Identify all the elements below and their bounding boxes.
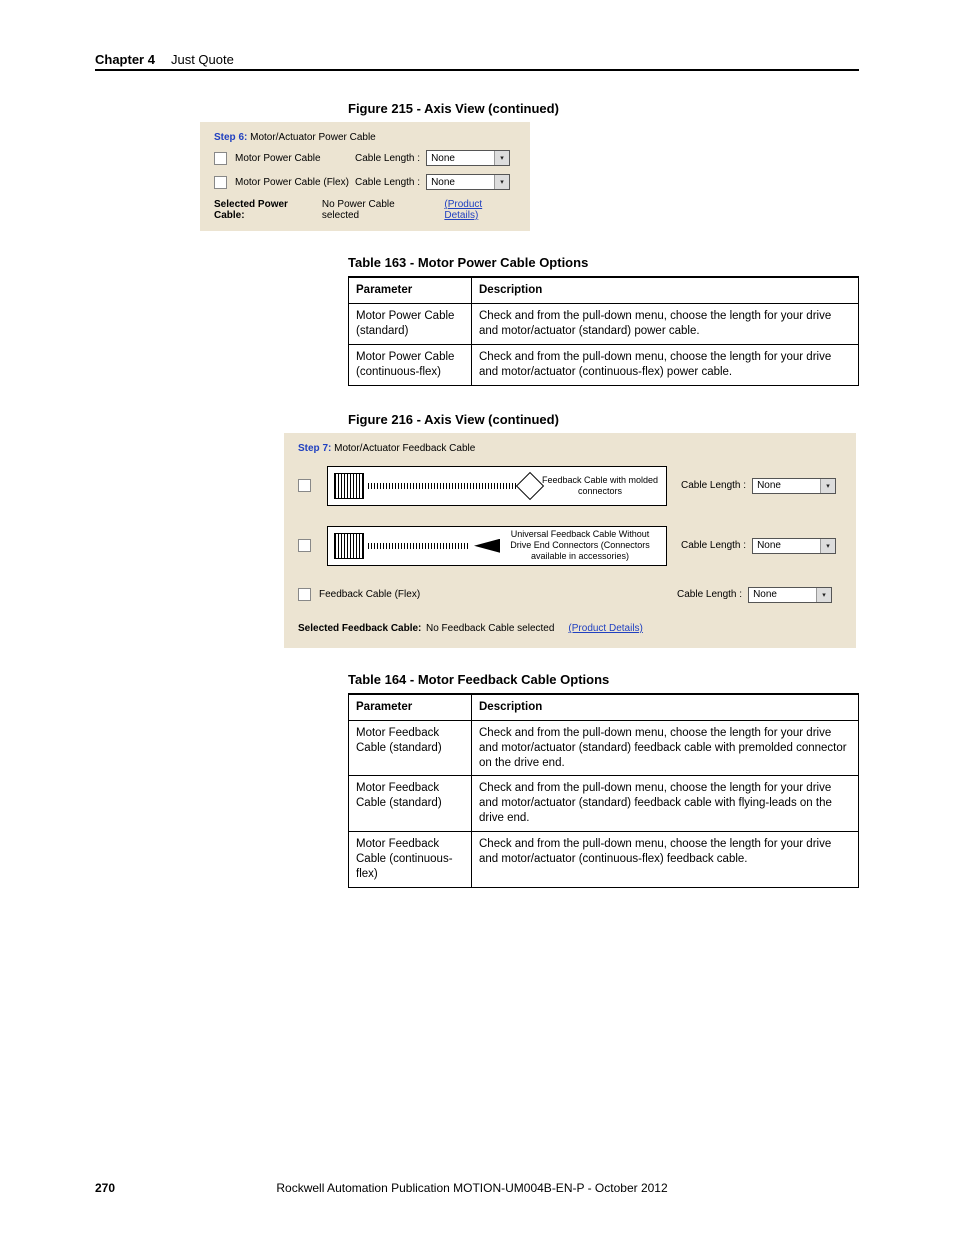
step6-heading: Step 6: Motor/Actuator Power Cable <box>214 132 516 143</box>
cell-param: Motor Power Cable (continuous-flex) <box>349 344 472 385</box>
step6-title: Motor/Actuator Power Cable <box>250 132 376 143</box>
th-parameter: Parameter <box>349 277 472 303</box>
step7-heading: Step 7: Motor/Actuator Feedback Cable <box>298 443 842 454</box>
select-value-1: None <box>431 177 455 188</box>
product-details-link[interactable]: (Product Details) <box>444 199 516 221</box>
table-row: Motor Feedback Cable (standard) Check an… <box>349 720 859 776</box>
select-fb-value-1: None <box>757 540 781 551</box>
step6-row-0: Motor Power Cable Cable Length : None <box>214 149 516 167</box>
table-164: Parameter Description Motor Feedback Cab… <box>348 693 859 888</box>
step7-row-0: Feedback Cable with molded connectors Ca… <box>298 466 842 506</box>
checkbox-feedback-molded[interactable] <box>298 479 311 492</box>
cable-diagram-molded: Feedback Cable with molded connectors <box>327 466 667 506</box>
chevron-down-icon <box>816 588 831 602</box>
label-feedback-flex: Feedback Cable (Flex) <box>319 589 677 600</box>
select-fb-value-2: None <box>753 589 777 600</box>
table-row: Motor Feedback Cable (continuous-flex) C… <box>349 832 859 888</box>
chevron-down-icon <box>820 479 835 493</box>
cell-desc: Check and from the pull-down menu, choos… <box>472 776 859 832</box>
page-number: 270 <box>95 1181 115 1195</box>
step7-row-2: Feedback Cable (Flex) Cable Length : Non… <box>298 586 842 604</box>
step6-row-1: Motor Power Cable (Flex) Cable Length : … <box>214 173 516 191</box>
table-163-title: Table 163 - Motor Power Cable Options <box>348 255 859 270</box>
cell-param: Motor Feedback Cable (continuous-flex) <box>349 832 472 888</box>
page-header: Chapter 4 Just Quote <box>95 52 859 71</box>
select-value-0: None <box>431 153 455 164</box>
table-row: Motor Power Cable (continuous-flex) Chec… <box>349 344 859 385</box>
connector-fan-icon <box>474 539 500 553</box>
chevron-down-icon <box>820 539 835 553</box>
cell-param: Motor Power Cable (standard) <box>349 303 472 344</box>
cell-desc: Check and from the pull-down menu, choos… <box>472 303 859 344</box>
cable-diagram-universal: Universal Feedback Cable Without Drive E… <box>327 526 667 566</box>
diagram-text-1: Universal Feedback Cable Without Drive E… <box>500 529 660 561</box>
label-cable-length-fb-1: Cable Length : <box>681 540 746 551</box>
checkbox-motor-power-cable-flex[interactable] <box>214 176 227 189</box>
connector-left-icon <box>334 533 364 559</box>
step7-row-1: Universal Feedback Cable Without Drive E… <box>298 526 842 566</box>
figure-215-title: Figure 215 - Axis View (continued) <box>348 101 859 116</box>
cable-line-icon <box>368 483 516 489</box>
label-motor-power-cable: Motor Power Cable <box>235 153 355 164</box>
th-parameter: Parameter <box>349 694 472 720</box>
selected-feedback-value: No Feedback Cable selected <box>426 623 554 634</box>
selected-power-value: No Power Cable selected <box>322 199 431 221</box>
cell-desc: Check and from the pull-down menu, choos… <box>472 344 859 385</box>
chapter-title: Just Quote <box>171 52 234 67</box>
cable-line-icon <box>368 543 470 549</box>
th-description: Description <box>472 277 859 303</box>
checkbox-feedback-flex[interactable] <box>298 588 311 601</box>
label-cable-length-0: Cable Length : <box>355 153 420 164</box>
product-details-link-fb[interactable]: (Product Details) <box>568 623 642 634</box>
label-motor-power-cable-flex: Motor Power Cable (Flex) <box>235 177 355 188</box>
select-fb-length-2[interactable]: None <box>748 587 832 603</box>
cell-desc: Check and from the pull-down menu, choos… <box>472 832 859 888</box>
diagram-text-0: Feedback Cable with molded connectors <box>540 475 660 497</box>
chapter-number: Chapter 4 <box>95 52 155 67</box>
label-cable-length-1: Cable Length : <box>355 177 420 188</box>
th-description: Description <box>472 694 859 720</box>
checkbox-motor-power-cable[interactable] <box>214 152 227 165</box>
chevron-down-icon <box>494 175 509 189</box>
select-cable-length-0[interactable]: None <box>426 150 510 166</box>
chevron-down-icon <box>494 151 509 165</box>
checkbox-feedback-universal[interactable] <box>298 539 311 552</box>
step7-title: Motor/Actuator Feedback Cable <box>334 443 475 454</box>
step6-selected-row: Selected Power Cable: No Power Cable sel… <box>214 199 516 221</box>
figure-216-title: Figure 216 - Axis View (continued) <box>348 412 859 427</box>
select-fb-length-0[interactable]: None <box>752 478 836 494</box>
step6-panel: Step 6: Motor/Actuator Power Cable Motor… <box>200 122 530 231</box>
label-cable-length-fb-2: Cable Length : <box>677 589 742 600</box>
cell-param: Motor Feedback Cable (standard) <box>349 720 472 776</box>
connector-left-icon <box>334 473 364 499</box>
selected-feedback-label: Selected Feedback Cable: <box>298 623 426 634</box>
table-163: Parameter Description Motor Power Cable … <box>348 276 859 386</box>
cell-param: Motor Feedback Cable (standard) <box>349 776 472 832</box>
table-164-title: Table 164 - Motor Feedback Cable Options <box>348 672 859 687</box>
label-cable-length-fb-0: Cable Length : <box>681 480 746 491</box>
cell-desc: Check and from the pull-down menu, choos… <box>472 720 859 776</box>
step6-prefix: Step 6: <box>214 132 247 143</box>
table-row: Motor Feedback Cable (standard) Check an… <box>349 776 859 832</box>
select-cable-length-1[interactable]: None <box>426 174 510 190</box>
page-footer: 270 Rockwell Automation Publication MOTI… <box>95 1181 859 1195</box>
step7-panel: Step 7: Motor/Actuator Feedback Cable Fe… <box>284 433 856 648</box>
table-row: Motor Power Cable (standard) Check and f… <box>349 303 859 344</box>
select-fb-value-0: None <box>757 480 781 491</box>
selected-power-label: Selected Power Cable: <box>214 199 318 221</box>
step7-prefix: Step 7: <box>298 443 331 454</box>
select-fb-length-1[interactable]: None <box>752 538 836 554</box>
publication-info: Rockwell Automation Publication MOTION-U… <box>276 1181 667 1195</box>
step7-selected-row: Selected Feedback Cable: No Feedback Cab… <box>298 620 842 638</box>
